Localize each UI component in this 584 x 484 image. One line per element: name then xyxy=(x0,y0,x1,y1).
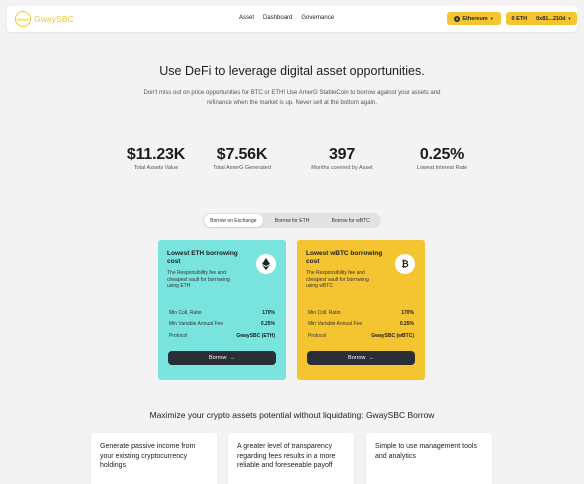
stat-value: $7.56K xyxy=(216,146,268,163)
chevron-down-icon: ▼ xyxy=(489,16,494,21)
card-row-protocol: Protocol GwaySBC (ETH) xyxy=(169,330,275,342)
row-value: GwaySBC (wBTC) xyxy=(371,332,414,339)
card-description: The Responsibility fee and cheapest vaul… xyxy=(167,270,230,289)
card-details: Min Coll. Ratio 170% Min Variable Annual… xyxy=(169,307,275,342)
nav-link-dashboard[interactable]: Dashboard xyxy=(263,15,292,21)
ethereum-icon xyxy=(454,15,461,22)
nav-links: Asset Dashboard Governance xyxy=(239,15,334,21)
feature-text: Simple to use management tools and analy… xyxy=(375,443,477,460)
stat-value: 0.25% xyxy=(419,146,465,163)
feature-card-management-tools: Simple to use management tools and analy… xyxy=(366,433,492,484)
stat-value: 397 xyxy=(328,146,356,163)
card-title: Lowest wBTC borrowing cost xyxy=(306,250,383,265)
logo-mark-icon: GWAY xyxy=(15,11,31,27)
tab-borrow-for-wbtc[interactable]: Borrow for wBTC xyxy=(321,214,380,227)
tab-borrow-on-exchange[interactable]: Borrow on Exchange xyxy=(204,214,263,227)
stat-interest-rate: 0.25% Lowest Interest Rate xyxy=(392,146,492,171)
borrow-wbtc-button[interactable]: Borrow → xyxy=(307,351,415,365)
row-value: 0.25% xyxy=(399,321,414,328)
logo-text: GwaySBC xyxy=(34,14,74,24)
feature-text: A greater level of transparency regardin… xyxy=(237,443,336,469)
wallet-balance: 0 ETH xyxy=(511,15,528,22)
button-label: Borrow xyxy=(348,355,366,361)
nav-link-asset[interactable]: Asset xyxy=(239,15,254,21)
stat-label: Months covered by Asset xyxy=(311,165,373,171)
card-title: Lowest ETH borrowing cost xyxy=(167,250,238,265)
tab-borrow-for-eth[interactable]: Borrow for ETH xyxy=(263,214,322,227)
row-label: Protocol xyxy=(169,332,188,339)
row-label: Min Variable Annual Fee xyxy=(169,321,224,328)
row-label: Min Variable Annual Fee xyxy=(308,321,363,328)
chevron-down-icon: ▼ xyxy=(567,16,572,21)
ethereum-icon xyxy=(256,254,276,274)
card-row-annual-fee: Min Variable Annual Fee 0.25% xyxy=(169,319,275,331)
card-row-coll-ratio: Min Coll. Ratio 170% xyxy=(169,307,275,319)
borrow-tabs: Borrow on Exchange Borrow for ETH Borrow… xyxy=(203,213,381,228)
arrow-right-icon: → xyxy=(368,355,374,361)
card-row-protocol: Protocol GwaySBC (wBTC) xyxy=(308,330,414,342)
row-value: 170% xyxy=(401,309,414,316)
card-row-annual-fee: Min Variable Annual Fee 0.25% xyxy=(308,319,414,331)
eth-borrow-card: Lowest ETH borrowing cost The Responsibi… xyxy=(158,240,286,380)
stat-label: Total AmerG Generated xyxy=(213,165,271,171)
bitcoin-icon: ₿ xyxy=(395,254,415,274)
borrow-eth-button[interactable]: Borrow → xyxy=(168,351,276,365)
row-value: 0.25% xyxy=(260,321,275,328)
network-select-button[interactable]: Ethereum ▼ xyxy=(447,12,501,25)
feature-card-transparency: A greater level of transparency regardin… xyxy=(228,433,354,484)
row-value: 170% xyxy=(262,309,275,316)
stat-label: Lowest Interest Rate xyxy=(416,165,468,171)
feature-text: Generate passive income from your existi… xyxy=(100,443,196,469)
section-title: Maximize your crypto assets potential wi… xyxy=(149,410,435,420)
button-label: Borrow xyxy=(209,355,227,361)
top-navbar: GWAY GwaySBC Asset Dashboard Governance … xyxy=(7,6,577,32)
card-row-coll-ratio: Min Coll. Ratio 170% xyxy=(308,307,414,319)
nav-link-governance[interactable]: Governance xyxy=(301,15,334,21)
stat-months-covered: 397 Months covered by Asset xyxy=(292,146,392,171)
row-label: Min Coll. Ratio xyxy=(308,309,341,316)
wallet-button[interactable]: 0 ETH 0x81...210d ▼ xyxy=(506,12,577,25)
card-details: Min Coll. Ratio 170% Min Variable Annual… xyxy=(308,307,414,342)
page-subtitle: Don't miss out on price opportunities fo… xyxy=(143,90,441,106)
arrow-right-icon: → xyxy=(229,355,235,361)
wallet-address: 0x81...210d xyxy=(536,15,566,22)
feature-card-passive-income: Generate passive income from your existi… xyxy=(91,433,217,484)
row-value: GwaySBC (ETH) xyxy=(236,332,275,339)
network-label: Ethereum xyxy=(462,15,488,22)
logo[interactable]: GWAY GwaySBC xyxy=(15,11,74,27)
row-label: Protocol xyxy=(308,332,327,339)
stat-amerg-generated: $7.56K Total AmerG Generated xyxy=(192,146,292,171)
card-description: The Responsibility fee and cheapest vaul… xyxy=(306,270,369,289)
page-title: Use DeFi to leverage digital asset oppor… xyxy=(159,64,425,78)
wbtc-borrow-card: Lowest wBTC borrowing cost The Responsib… xyxy=(297,240,425,380)
row-label: Min Coll. Ratio xyxy=(169,309,202,316)
